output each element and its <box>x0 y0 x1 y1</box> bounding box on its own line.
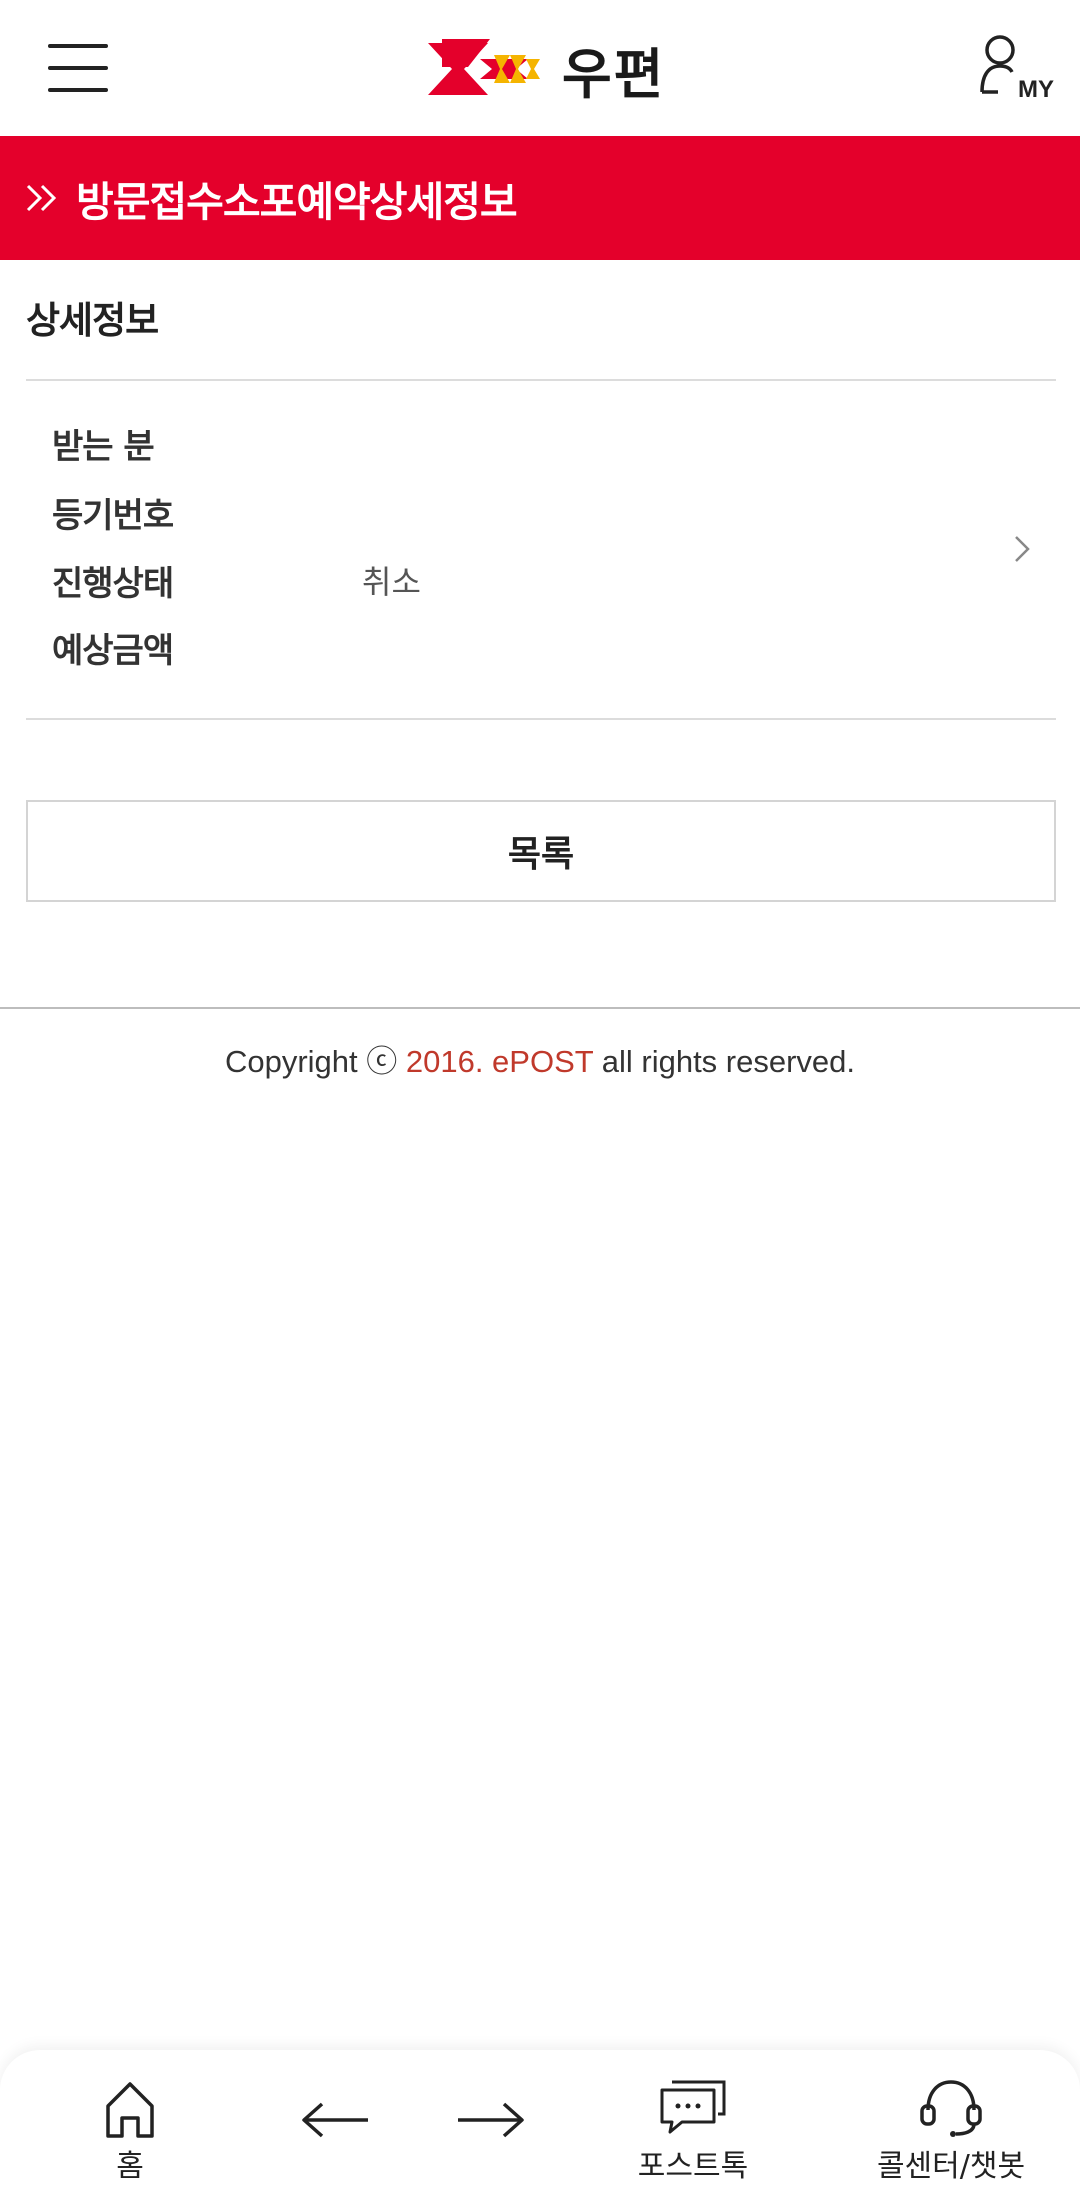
nav-posttalk[interactable]: 포스트톡 <box>626 2050 760 2187</box>
footer-divider <box>0 1007 1080 1009</box>
detail-label: 받는 분 <box>52 426 155 467</box>
copyright-text: Copyright ⓒ 2016. ePOST all rights reser… <box>0 1036 1080 1081</box>
nav-callcenter[interactable]: 콜센터/챗봇 <box>866 2050 1036 2187</box>
home-icon <box>106 2082 154 2138</box>
korea-post-emblem-icon <box>428 39 540 95</box>
nav-home[interactable]: 홈 <box>70 2050 190 2187</box>
detail-row-estimated-amount: 예상금액 <box>52 617 362 677</box>
nav-back-button[interactable] <box>290 2050 380 2187</box>
page: 우편 MY 방문접수소포예약상세정보 상세정보 받는 분 등기번호 진행상태 취… <box>0 0 1080 2187</box>
nav-callcenter-label: 콜센터/챗봇 <box>876 2149 1026 2184</box>
copyright-accent: 2016. ePOST <box>405 1044 594 1079</box>
chat-bubble-icon <box>660 2080 726 2134</box>
arrow-right-icon <box>458 2102 524 2138</box>
hamburger-menu-button[interactable] <box>40 38 118 98</box>
headset-icon <box>920 2080 982 2137</box>
page-title-banner: 방문접수소포예약상세정보 <box>0 136 1080 260</box>
my-page-button[interactable]: MY <box>972 34 1054 104</box>
detail-row-tracking-number: 등기번호 <box>52 482 362 542</box>
bottom-navigation: 홈 포스트톡 콜센터/챗봇 <box>0 2050 1080 2187</box>
menu-line <box>48 88 108 92</box>
divider <box>26 718 1056 720</box>
logo-text: 우편 <box>562 42 666 106</box>
detail-label: 예상금액 <box>52 630 174 671</box>
detail-row-recipient: 받는 분 <box>52 413 362 473</box>
nav-posttalk-label: 포스트톡 <box>637 2149 749 2184</box>
chevron-right-icon <box>1015 536 1030 562</box>
menu-line <box>48 66 108 70</box>
double-chevron-right-icon <box>26 184 57 212</box>
nav-forward-button[interactable] <box>444 2050 534 2187</box>
page-title: 방문접수소포예약상세정보 <box>76 178 518 226</box>
status-value: 취소 <box>362 563 421 601</box>
app-header: 우편 MY <box>0 0 1080 136</box>
section-title: 상세정보 <box>26 299 159 342</box>
my-label: MY <box>1018 76 1054 103</box>
arrow-left-icon <box>302 2102 368 2138</box>
detail-label: 등기번호 <box>52 495 174 536</box>
nav-home-label: 홈 <box>116 2149 144 2184</box>
detail-row-status: 진행상태 취소 <box>52 550 421 610</box>
menu-line <box>48 44 108 48</box>
list-button[interactable]: 목록 <box>26 800 1056 902</box>
copyright-prefix: Copyright ⓒ <box>224 1044 406 1079</box>
epost-logo[interactable]: 우편 <box>428 34 668 106</box>
reservation-detail-item[interactable]: 받는 분 등기번호 진행상태 취소 예상금액 <box>26 381 1056 718</box>
copyright-suffix: all rights reserved. <box>593 1044 856 1079</box>
detail-label: 진행상태 <box>52 563 174 604</box>
